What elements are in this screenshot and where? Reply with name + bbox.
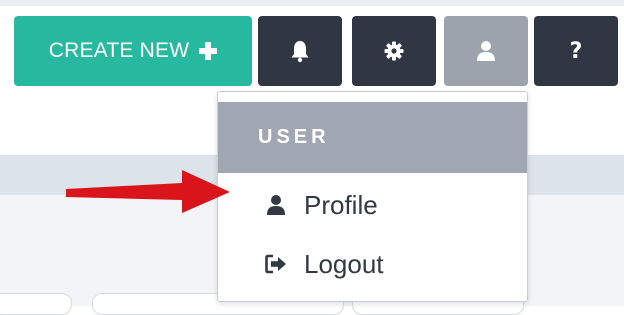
user-icon xyxy=(477,41,495,61)
menu-item-profile-label: Profile xyxy=(304,189,378,220)
settings-button[interactable] xyxy=(352,16,436,86)
help-button[interactable]: ? xyxy=(534,16,618,86)
bell-icon xyxy=(291,41,309,63)
content-card xyxy=(0,293,72,315)
user-menu-header-label: USER xyxy=(258,126,330,148)
menu-item-logout[interactable]: Logout xyxy=(218,238,527,290)
user-dropdown-menu: USER Profile Logout xyxy=(217,91,528,302)
menu-item-logout-label: Logout xyxy=(304,248,384,279)
menu-item-profile[interactable]: Profile xyxy=(218,179,527,231)
user-icon xyxy=(265,194,287,216)
user-menu-header: USER xyxy=(218,102,527,173)
sign-out-icon xyxy=(265,253,287,275)
create-new-button[interactable]: CREATE NEW xyxy=(14,16,252,86)
gear-icon xyxy=(384,41,404,61)
create-new-label: CREATE NEW xyxy=(48,39,190,62)
red-arrow-icon xyxy=(66,170,230,213)
user-menu-button[interactable] xyxy=(444,16,528,86)
question-icon: ? xyxy=(569,38,583,64)
top-strip xyxy=(0,0,624,6)
notifications-button[interactable] xyxy=(258,16,342,86)
plus-icon xyxy=(199,42,218,60)
